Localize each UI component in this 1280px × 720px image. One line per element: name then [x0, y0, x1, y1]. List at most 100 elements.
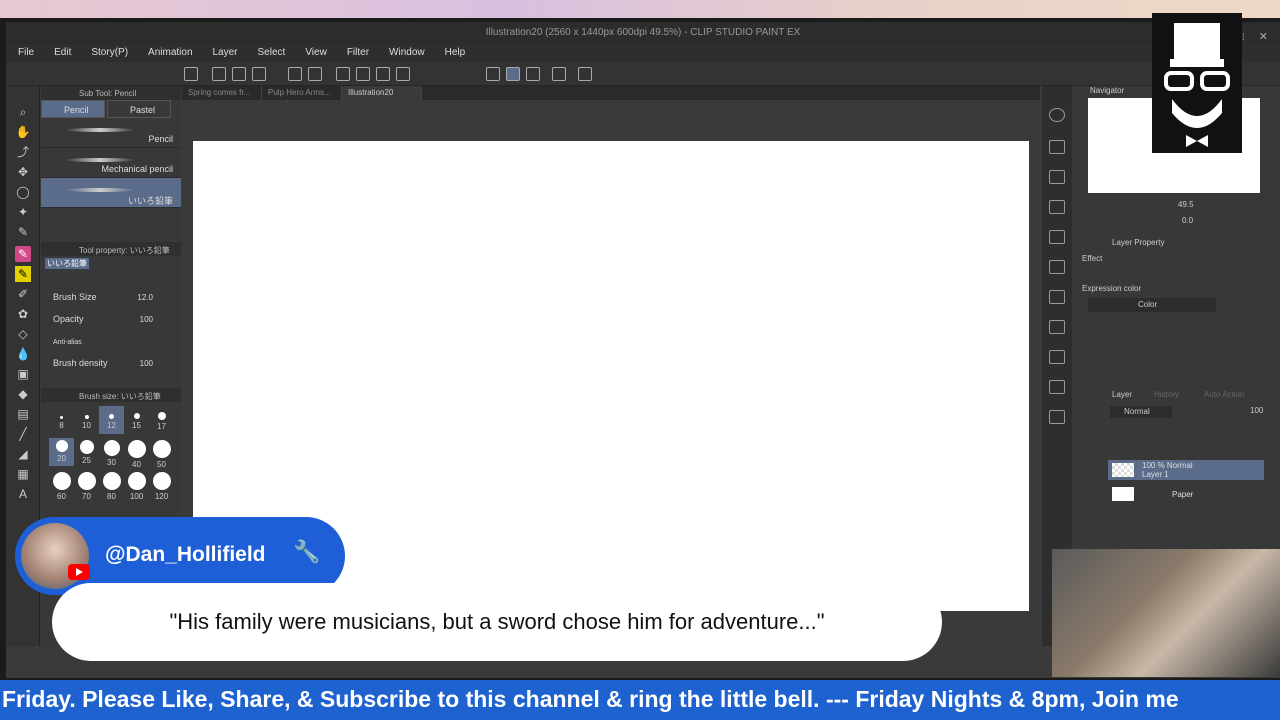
- brush-mechanical-pencil[interactable]: Mechanical pencil: [41, 148, 181, 178]
- line-tool-icon[interactable]: ╱: [15, 426, 31, 442]
- stream-top-strip: [0, 0, 1280, 18]
- layer-tab[interactable]: Layer: [1112, 390, 1132, 399]
- menu-animation[interactable]: Animation: [136, 44, 200, 62]
- size-8[interactable]: 8: [49, 406, 74, 434]
- material-icon[interactable]: [1049, 350, 1065, 364]
- auto-action-tab[interactable]: Auto Action: [1204, 390, 1244, 399]
- fill-icon[interactable]: [376, 67, 390, 81]
- menu-filter[interactable]: Filter: [335, 44, 377, 62]
- density-label: Brush density: [53, 358, 108, 368]
- material-icon[interactable]: [1049, 170, 1065, 184]
- brush-size-value[interactable]: 12.0: [137, 293, 153, 302]
- size-30[interactable]: 30: [99, 438, 124, 467]
- redo-icon[interactable]: [308, 67, 322, 81]
- loading-icon[interactable]: [336, 67, 350, 81]
- density-value[interactable]: 100: [140, 359, 153, 368]
- search-icon[interactable]: [1049, 108, 1065, 122]
- history-tab[interactable]: History: [1154, 390, 1179, 399]
- menu-view[interactable]: View: [293, 44, 335, 62]
- menu-select[interactable]: Select: [246, 44, 294, 62]
- menu-file[interactable]: File: [6, 44, 42, 62]
- brush-size-label: Brush Size: [53, 292, 97, 302]
- size-100[interactable]: 100: [124, 470, 149, 501]
- menu-edit[interactable]: Edit: [42, 44, 79, 62]
- ruler-tool-icon[interactable]: ◢: [15, 446, 31, 462]
- brush-tool-icon[interactable]: ✎: [15, 266, 31, 282]
- menu-window[interactable]: Window: [377, 44, 433, 62]
- opacity-value[interactable]: 100: [140, 315, 153, 324]
- navigator-zoom[interactable]: 49.5: [1178, 200, 1194, 209]
- menu-story[interactable]: Story(P): [79, 44, 136, 62]
- density-row[interactable]: Brush density 100: [41, 354, 181, 376]
- size-15[interactable]: 15: [124, 406, 149, 434]
- open-file-icon[interactable]: [232, 67, 246, 81]
- material-icon[interactable]: [1049, 380, 1065, 394]
- undo-icon[interactable]: [288, 67, 302, 81]
- airbrush-icon[interactable]: ✐: [15, 286, 31, 302]
- tab-pastel[interactable]: Pastel: [107, 100, 171, 118]
- layer-row-layer1[interactable]: 100 % Normal Layer 1: [1108, 460, 1264, 480]
- material-icon[interactable]: [1049, 320, 1065, 334]
- operation-tool-icon[interactable]: ⤴: [15, 144, 31, 160]
- magic-wand-icon[interactable]: ✦: [15, 204, 31, 220]
- move-tool-icon[interactable]: ✥: [15, 164, 31, 180]
- gradient-icon[interactable]: ◆: [15, 386, 31, 402]
- antialias-row[interactable]: Anti-alias: [41, 332, 181, 354]
- blend-tool-icon[interactable]: 💧: [15, 346, 31, 362]
- tab-pencil[interactable]: Pencil: [41, 100, 105, 118]
- new-file-icon[interactable]: [212, 67, 226, 81]
- layer-row-paper[interactable]: Paper: [1108, 484, 1264, 504]
- size-20[interactable]: 20: [49, 438, 74, 466]
- size-12[interactable]: 12: [99, 406, 124, 434]
- settings-icon[interactable]: [578, 67, 592, 81]
- size-17[interactable]: 17: [149, 406, 174, 434]
- size-40[interactable]: 40: [124, 438, 149, 469]
- menu-help[interactable]: Help: [433, 44, 474, 62]
- snap-grid-icon[interactable]: [526, 67, 540, 81]
- size-10[interactable]: 10: [74, 406, 99, 434]
- brush-size-row[interactable]: Brush Size 12.0: [41, 288, 181, 310]
- size-25[interactable]: 25: [74, 438, 99, 466]
- layer-opacity[interactable]: 100: [1250, 406, 1263, 415]
- snap-ruler-icon[interactable]: [506, 67, 520, 81]
- size-70[interactable]: 70: [74, 470, 99, 501]
- decoration-icon[interactable]: ✿: [15, 306, 31, 322]
- zoom-tool-icon[interactable]: ⌕: [15, 104, 31, 120]
- menu-layer[interactable]: Layer: [201, 44, 246, 62]
- save-icon[interactable]: [252, 67, 266, 81]
- material-icon[interactable]: [1049, 230, 1065, 244]
- opacity-row[interactable]: Opacity 100: [41, 310, 181, 332]
- device-icon[interactable]: [552, 67, 566, 81]
- lasso-tool-icon[interactable]: ◯: [15, 184, 31, 200]
- eyedropper-icon[interactable]: ✎: [15, 224, 31, 240]
- hand-tool-icon[interactable]: ✋: [15, 124, 31, 140]
- expression-color-select[interactable]: Color: [1088, 298, 1216, 312]
- doc-tab[interactable]: Spring comes fr...: [182, 86, 262, 100]
- brush-pencil[interactable]: Pencil: [41, 118, 181, 148]
- clip-studio-icon[interactable]: [184, 67, 198, 81]
- doc-tab[interactable]: Pulp Hero Arms...: [262, 86, 342, 100]
- blend-mode-select[interactable]: Normal: [1110, 406, 1172, 418]
- doc-tab-active[interactable]: Illustration20: [342, 86, 422, 100]
- navigator-rotate[interactable]: 0.0: [1182, 216, 1193, 225]
- material-icon[interactable]: [1049, 410, 1065, 424]
- size-label: 40: [132, 460, 141, 469]
- size-50[interactable]: 50: [149, 438, 174, 469]
- transform-icon[interactable]: [396, 67, 410, 81]
- size-60[interactable]: 60: [49, 470, 74, 501]
- frame-border-icon[interactable]: ▦: [15, 466, 31, 482]
- material-icon[interactable]: [1049, 290, 1065, 304]
- material-icon[interactable]: [1049, 260, 1065, 274]
- brush-colored-pencil[interactable]: いいろ鉛筆: [41, 178, 181, 208]
- snap-icon[interactable]: [486, 67, 500, 81]
- close-icon[interactable]: [1049, 200, 1065, 214]
- size-120[interactable]: 120: [149, 470, 174, 501]
- clear-icon[interactable]: [356, 67, 370, 81]
- figure-tool-icon[interactable]: ▤: [15, 406, 31, 422]
- pencil-tool-icon[interactable]: ✎: [15, 246, 31, 262]
- fill-tool-icon[interactable]: ▣: [15, 366, 31, 382]
- text-tool-icon[interactable]: A: [15, 486, 31, 502]
- size-80[interactable]: 80: [99, 470, 124, 501]
- eraser-icon[interactable]: ◇: [15, 326, 31, 342]
- material-icon[interactable]: [1049, 140, 1065, 154]
